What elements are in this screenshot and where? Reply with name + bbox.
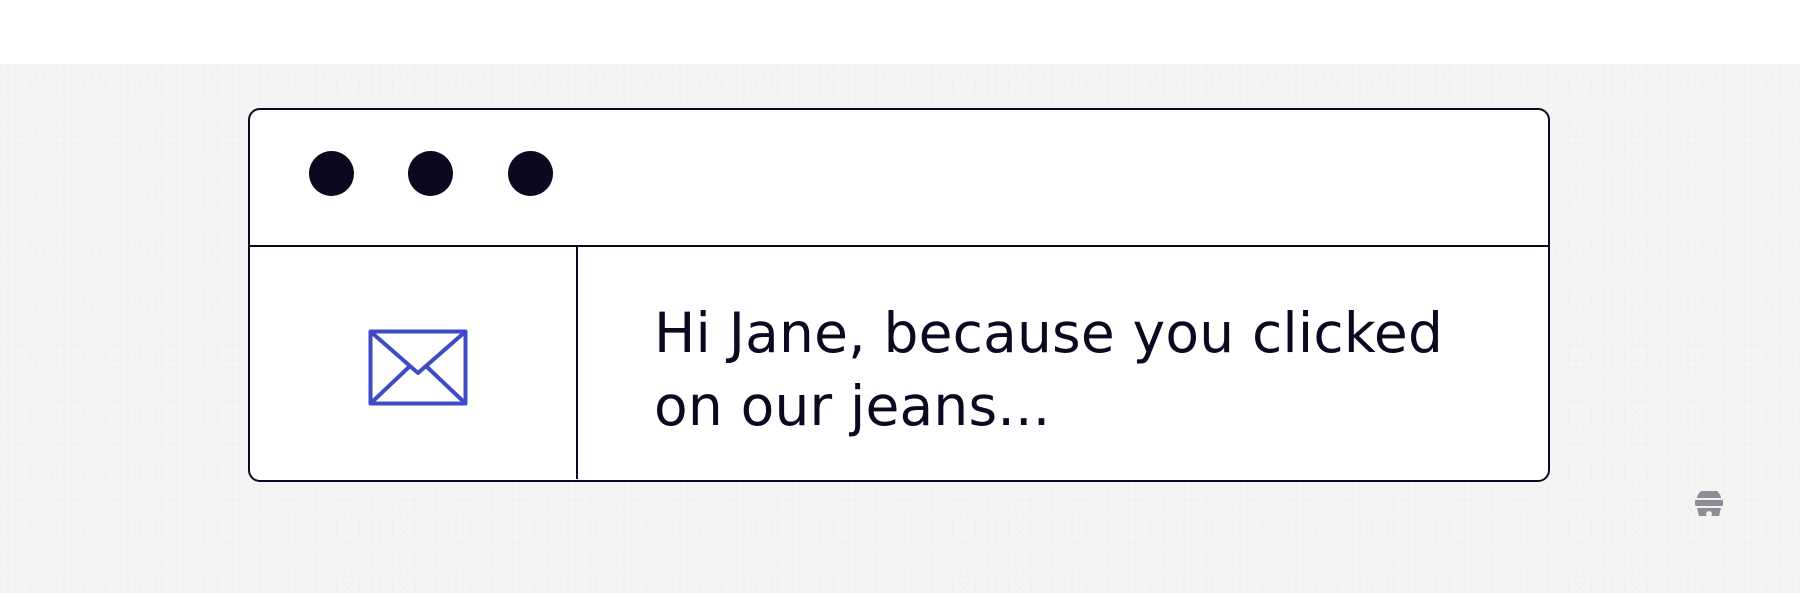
beehive-icon [1695, 491, 1723, 517]
envelope-icon [368, 329, 468, 406]
message-text-cell: Hi Jane, because you clicked on our jean… [578, 247, 1548, 479]
email-preview-text: Hi Jane, because you clicked on our jean… [654, 301, 1444, 438]
window-control-dot[interactable] [508, 151, 553, 196]
email-preview-window: Hi Jane, because you clicked on our jean… [248, 108, 1550, 482]
window-titlebar [250, 110, 1548, 247]
message-icon-cell [250, 247, 578, 479]
window-control-dot[interactable] [309, 151, 354, 196]
window-control-dot[interactable] [408, 151, 453, 196]
message-row: Hi Jane, because you clicked on our jean… [250, 247, 1548, 479]
